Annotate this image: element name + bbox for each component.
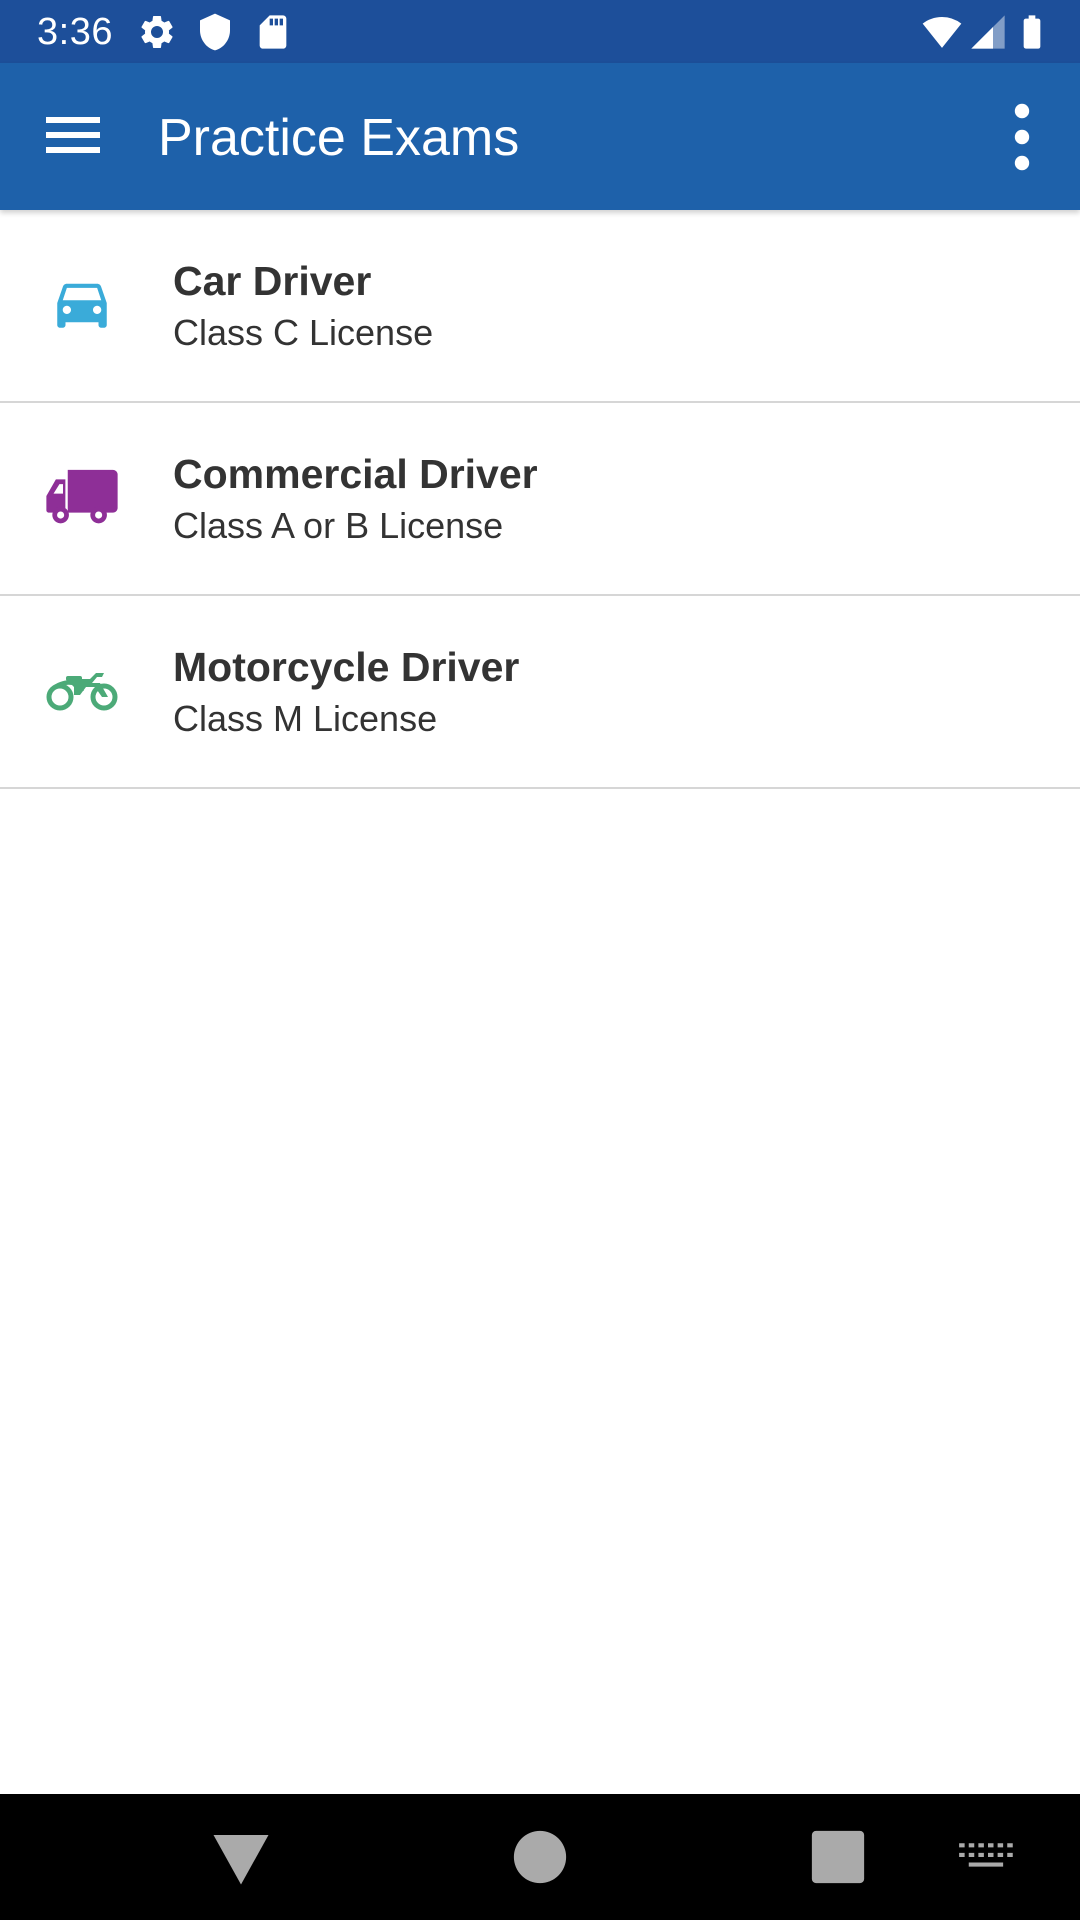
- battery-icon: [1012, 12, 1052, 52]
- keyboard-icon: [959, 1843, 1013, 1867]
- car-icon: [44, 270, 120, 336]
- gear-icon: [137, 12, 177, 52]
- recents-icon: [811, 1830, 865, 1884]
- exam-subtitle: Class M License: [173, 698, 438, 739]
- more-vertical-icon: [1014, 103, 1030, 171]
- exam-subtitle: Class C License: [173, 312, 434, 353]
- app-bar: Practice Exams: [0, 63, 1080, 210]
- list-item-motorcycle-driver[interactable]: Motorcycle Driver Class M License: [0, 596, 1080, 789]
- recents-button[interactable]: [805, 1824, 871, 1890]
- back-icon: [213, 1835, 269, 1885]
- menu-button[interactable]: [37, 99, 109, 171]
- exam-title: Motorcycle Driver: [173, 644, 520, 690]
- truck-icon: [44, 463, 120, 529]
- status-time: 3:36: [37, 11, 113, 53]
- wifi-icon: [922, 12, 962, 52]
- keyboard-button[interactable]: [955, 1824, 1021, 1890]
- exam-list: Car Driver Class C License Commercial Dr…: [0, 210, 1080, 789]
- system-nav-bar: [0, 1794, 1080, 1920]
- sd-card-icon: [253, 12, 293, 52]
- overflow-menu-button[interactable]: [1000, 101, 1044, 173]
- hamburger-menu-icon: [46, 117, 100, 153]
- page-title: Practice Exams: [158, 109, 520, 167]
- cell-signal-icon: [968, 12, 1008, 52]
- list-item-car-driver[interactable]: Car Driver Class C License: [0, 210, 1080, 403]
- home-button[interactable]: [507, 1824, 573, 1890]
- list-item-commercial-driver[interactable]: Commercial Driver Class A or B License: [0, 403, 1080, 596]
- exam-subtitle: Class A or B License: [173, 505, 504, 546]
- exam-title: Commercial Driver: [173, 451, 538, 497]
- shield-icon: [195, 12, 235, 52]
- exam-title: Car Driver: [173, 258, 372, 304]
- motorcycle-icon: [44, 656, 120, 722]
- status-bar: 3:36: [0, 0, 1080, 63]
- home-icon: [513, 1830, 567, 1884]
- back-button[interactable]: [208, 1824, 274, 1890]
